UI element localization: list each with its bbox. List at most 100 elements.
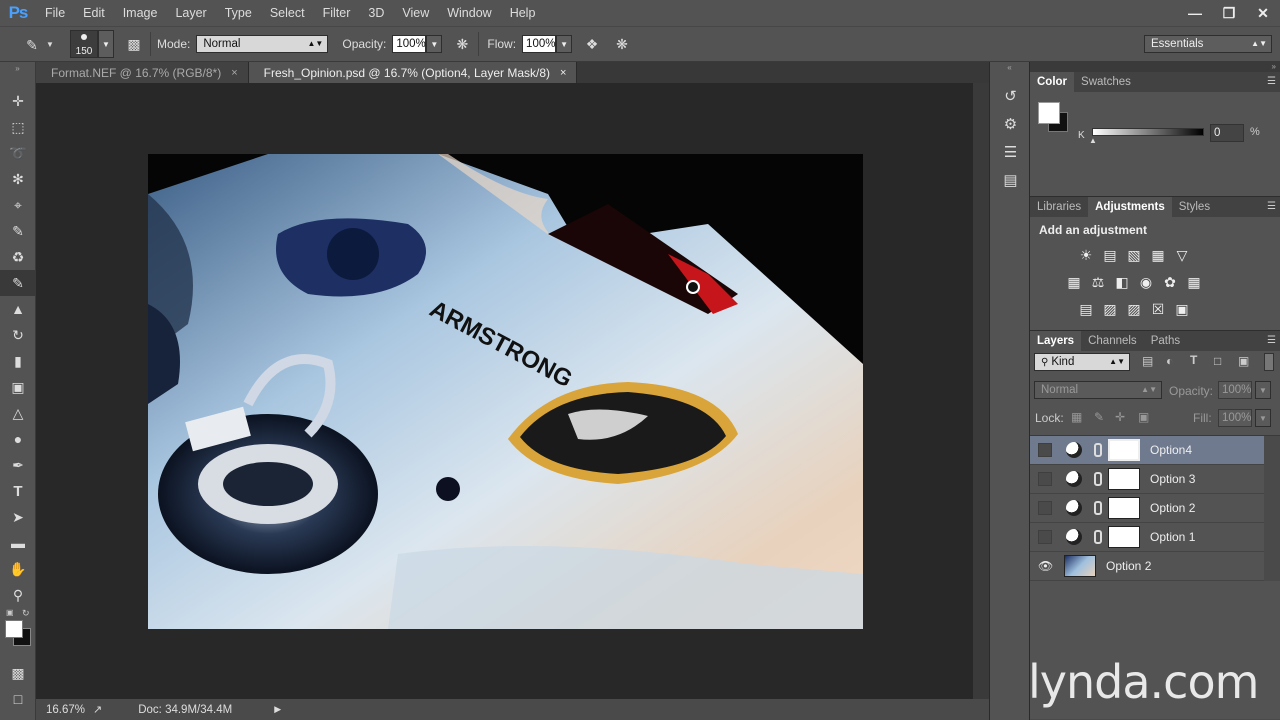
exposure-icon[interactable]: ▦ xyxy=(1149,247,1167,263)
layer-name[interactable]: Option 3 xyxy=(1150,472,1195,486)
black-white-icon[interactable]: ◧ xyxy=(1113,274,1131,290)
tab-layers[interactable]: Layers xyxy=(1030,331,1082,351)
marquee-tool-icon[interactable]: ⬚ xyxy=(0,114,36,140)
layer-mask-thumbnail[interactable] xyxy=(1108,439,1140,461)
quick-mask-icon[interactable]: ▩ xyxy=(0,660,36,686)
actions-icon[interactable]: ⚙ xyxy=(990,110,1031,138)
eye-icon[interactable]: 👁 xyxy=(1038,559,1053,573)
swap-colors-icon[interactable]: ↻ xyxy=(22,608,30,619)
visibility-toggle[interactable] xyxy=(1038,501,1052,515)
menu-edit[interactable]: Edit xyxy=(74,0,114,26)
history-icon[interactable]: ↺ xyxy=(990,82,1031,110)
tab-color[interactable]: Color xyxy=(1030,72,1075,92)
lock-all-icon[interactable]: ▣ xyxy=(1138,410,1149,424)
menu-layer[interactable]: Layer xyxy=(166,0,215,26)
blur-tool-icon[interactable]: △ xyxy=(0,400,36,426)
layer-mask-thumbnail[interactable] xyxy=(1108,526,1140,548)
pressure-size-icon[interactable]: ❋ xyxy=(612,34,632,54)
slider-thumb-icon[interactable]: ▲ xyxy=(1089,136,1097,145)
lasso-tool-icon[interactable]: ➰ xyxy=(0,140,36,166)
quick-select-tool-icon[interactable]: ✻ xyxy=(0,166,36,192)
layer-name[interactable]: Option 2 xyxy=(1150,501,1195,515)
brush-preset-picker[interactable]: 150 xyxy=(70,30,98,58)
notes-icon[interactable]: ▤ xyxy=(990,166,1031,194)
filter-toggle[interactable] xyxy=(1264,353,1274,371)
screen-mode-icon[interactable]: □ xyxy=(0,686,36,712)
export-icon[interactable]: ↗ xyxy=(93,703,102,716)
brush-panel-icon[interactable]: ▩ xyxy=(124,34,144,54)
collapse-icon[interactable]: » xyxy=(1030,62,1280,72)
move-tool-icon[interactable]: ✛ xyxy=(0,88,36,114)
menu-filter[interactable]: Filter xyxy=(314,0,360,26)
visibility-toggle[interactable] xyxy=(1038,443,1052,457)
type-tool-icon[interactable]: T xyxy=(0,478,36,504)
opacity-dropdown[interactable]: ▼ xyxy=(426,35,443,53)
eyedropper-tool-icon[interactable]: ✎ xyxy=(0,218,36,244)
vertical-scrollbar[interactable] xyxy=(973,83,989,699)
posterize-icon[interactable]: ▨ xyxy=(1101,301,1119,317)
threshold-icon[interactable]: ▨ xyxy=(1125,301,1143,317)
canvas-area[interactable]: ARMSTRONG xyxy=(36,83,973,699)
foreground-swatch[interactable] xyxy=(1038,102,1060,124)
zoom-level[interactable]: 16.67% xyxy=(46,704,85,716)
filter-adjustment-icon[interactable]: ◐ xyxy=(1166,354,1173,368)
menu-select[interactable]: Select xyxy=(261,0,314,26)
default-colors-icon[interactable]: ▣ xyxy=(6,608,14,617)
filter-smart-object-icon[interactable]: ▣ xyxy=(1238,354,1249,368)
menu-3d[interactable]: 3D xyxy=(359,0,393,26)
layer-row[interactable]: Option 1 xyxy=(1030,523,1264,552)
properties-icon[interactable]: ☰ xyxy=(990,138,1031,166)
selective-color-icon[interactable]: ☒ xyxy=(1149,301,1167,317)
k-value-field[interactable]: 0 xyxy=(1210,124,1244,142)
color-balance-icon[interactable]: ⚖ xyxy=(1089,274,1107,290)
layer-row[interactable]: Option 2 xyxy=(1030,494,1264,523)
hand-tool-icon[interactable]: ✋ xyxy=(0,556,36,582)
expand-chevron-icon[interactable]: « xyxy=(990,62,1029,82)
layer-thumbnail[interactable] xyxy=(1064,555,1096,577)
tool-preset-chevron-icon[interactable]: ▼ xyxy=(46,40,54,49)
channel-mixer-icon[interactable]: ✿ xyxy=(1161,274,1179,290)
layer-mask-thumbnail[interactable] xyxy=(1108,497,1140,519)
levels-icon[interactable]: ▤ xyxy=(1101,247,1119,263)
layer-row[interactable]: Option4 xyxy=(1030,436,1264,465)
panel-menu-icon[interactable]: ☰ xyxy=(1267,72,1276,92)
brush-tool-icon[interactable]: ✎ xyxy=(22,35,42,55)
chain-link-icon[interactable] xyxy=(1094,443,1102,457)
zoom-tool-icon[interactable]: ⚲ xyxy=(0,582,36,608)
flow-field[interactable]: 100% xyxy=(522,35,557,53)
color-lookup-icon[interactable]: ▦ xyxy=(1185,274,1203,290)
layer-opacity-dropdown[interactable]: ▼ xyxy=(1255,381,1271,399)
menu-type[interactable]: Type xyxy=(216,0,261,26)
layer-name[interactable]: Option 1 xyxy=(1150,530,1195,544)
brightness-contrast-icon[interactable]: ☀ xyxy=(1077,247,1095,263)
vibrance-icon[interactable]: ▽ xyxy=(1173,247,1191,263)
tab-paths[interactable]: Paths xyxy=(1144,331,1187,351)
lock-transparent-icon[interactable]: ▦ xyxy=(1071,410,1082,424)
layer-row[interactable]: Option 3 xyxy=(1030,465,1264,494)
pressure-opacity-icon[interactable]: ❋ xyxy=(452,34,472,54)
filter-pixel-icon[interactable]: ▤ xyxy=(1142,354,1153,368)
flow-dropdown[interactable]: ▼ xyxy=(556,35,573,53)
path-select-tool-icon[interactable]: ➤ xyxy=(0,504,36,530)
visibility-toggle[interactable] xyxy=(1038,472,1052,486)
menu-file[interactable]: File xyxy=(36,0,74,26)
tab-styles[interactable]: Styles xyxy=(1172,197,1217,217)
invert-icon[interactable]: ▤ xyxy=(1077,301,1095,317)
mode-select[interactable]: Normal ▲▼ xyxy=(196,35,329,53)
layer-mask-thumbnail[interactable] xyxy=(1108,468,1140,490)
hue-saturation-icon[interactable]: ▦ xyxy=(1065,274,1083,290)
brush-tool-icon[interactable]: ✎ xyxy=(0,270,36,296)
crop-tool-icon[interactable]: ⌖ xyxy=(0,192,36,218)
fill-dropdown[interactable]: ▼ xyxy=(1255,409,1271,427)
layers-scrollbar[interactable] xyxy=(1264,436,1280,581)
minimize-icon[interactable]: — xyxy=(1178,0,1212,26)
layer-row[interactable]: 👁 Option 2 xyxy=(1030,552,1264,581)
chain-link-icon[interactable] xyxy=(1094,501,1102,515)
lock-pixels-icon[interactable]: ✎ xyxy=(1094,410,1104,424)
layer-name[interactable]: Option 2 xyxy=(1106,559,1151,573)
document-image[interactable]: ARMSTRONG xyxy=(148,154,863,629)
close-icon[interactable]: × xyxy=(560,67,566,79)
layer-opacity-field[interactable]: 100% xyxy=(1218,381,1252,399)
menu-help[interactable]: Help xyxy=(501,0,545,26)
blend-mode-select[interactable]: Normal ▲▼ xyxy=(1034,381,1162,399)
